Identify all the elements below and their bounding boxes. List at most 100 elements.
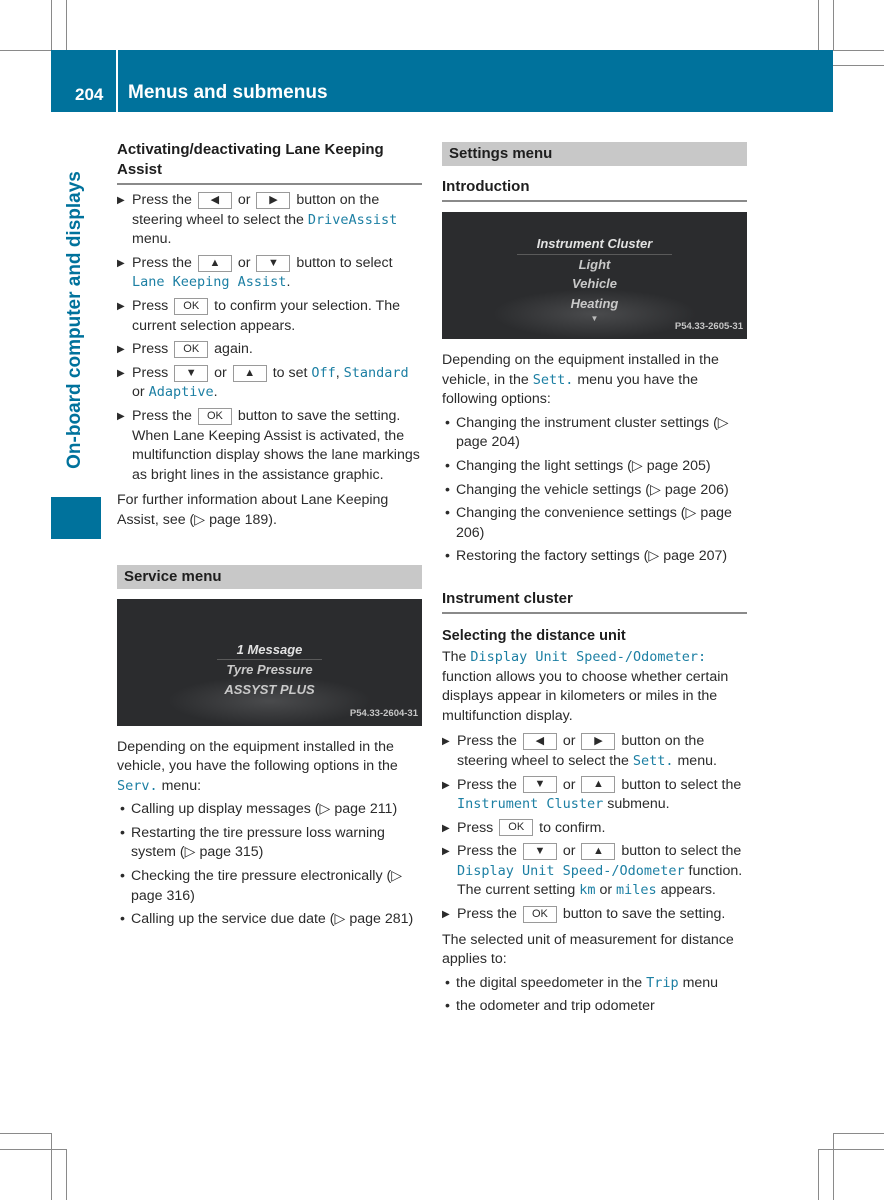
display-menu: Instrument Cluster Light Vehicle Heating — [442, 234, 747, 313]
service-options: Calling up display messages (▷ page 211)… — [117, 800, 422, 930]
option-km: km — [579, 882, 596, 899]
crop-mark — [51, 1133, 52, 1200]
display-item-selected: 1 Message — [216, 640, 323, 660]
step-text: . — [213, 384, 218, 401]
step-text: Press — [132, 364, 169, 381]
ok-key: OK — [174, 297, 209, 315]
list-item: Changing the light settings (▷ page 205) — [442, 457, 747, 477]
step-text: menu. — [677, 752, 717, 769]
up-arrow-key: ▲ — [232, 364, 267, 382]
up-arrow-key: ▲ — [197, 254, 232, 272]
menu-term: Instrument Cluster — [457, 796, 604, 813]
menu-term: Serv. — [117, 777, 158, 794]
crop-mark — [833, 50, 884, 51]
step-text: or — [599, 882, 613, 899]
step-text: or — [237, 192, 251, 208]
step-text: to confirm your selection. The current s… — [132, 297, 401, 334]
chapter-label: On-board computer and displays — [64, 171, 85, 469]
step-text: or — [562, 843, 576, 860]
settings-options: Changing the instrument cluster settings… — [442, 414, 747, 567]
crop-mark — [833, 1133, 884, 1134]
step-text: button to save the setting. — [562, 906, 726, 923]
step-text: button to select the — [621, 843, 742, 860]
intro-text: Depending on the equipment installed in … — [117, 738, 398, 775]
list-item: Restarting the tire pressure loss warnin… — [117, 824, 422, 863]
crop-mark — [0, 50, 51, 51]
step: Press the ▼ or ▲ button to select the In… — [442, 776, 747, 815]
step: Press the OK button to save the setting.… — [117, 407, 422, 485]
display-menu: 1 Message Tyre Pressure ASSYST PLUS — [117, 640, 422, 700]
down-arrow-key: ▼ — [256, 254, 291, 272]
crop-mark — [66, 0, 67, 50]
step: Press the OK button to save the setting. — [442, 905, 747, 925]
list-item: Calling up display messages (▷ page 211) — [117, 800, 422, 820]
step-text: Press the — [457, 906, 517, 923]
cluster-intro: The Display Unit Speed-/Odometer: functi… — [442, 648, 747, 726]
step-text: Press the — [132, 407, 192, 424]
option-standard: Standard — [343, 364, 409, 381]
step-text: button to select — [296, 254, 393, 271]
figure-code: P54.33-2605-31 — [674, 321, 743, 333]
list-item: Restoring the factory settings (▷ page 2… — [442, 547, 747, 567]
crop-mark — [833, 1133, 834, 1200]
option-miles: miles — [616, 882, 657, 899]
list-item: the odometer and trip odometer — [442, 997, 747, 1017]
list-item: Changing the vehicle settings (▷ page 20… — [442, 481, 747, 501]
service-menu-heading: Service menu — [117, 564, 422, 589]
left-arrow-key: ◀ — [197, 191, 232, 209]
ok-key: OK — [174, 340, 209, 358]
right-arrow-key: ▶ — [256, 191, 291, 209]
list-item: Changing the convenience settings (▷ pag… — [442, 504, 747, 543]
display-item: Vehicle — [571, 276, 618, 291]
menu-term: Lane Keeping Assist — [132, 274, 287, 291]
item-text: menu — [682, 974, 719, 991]
lka-steps: Press the ◀ or ▶ button on the steering … — [117, 191, 422, 485]
menu-term: Display Unit Speed-/Odometer — [457, 862, 685, 879]
step-text: to confirm. — [539, 819, 606, 836]
step-text: again. — [214, 341, 253, 358]
step-text: The current setting — [457, 882, 576, 899]
header-divider — [116, 50, 118, 112]
right-arrow-key: ▶ — [581, 733, 616, 751]
step-text: function. — [688, 862, 743, 879]
crop-mark — [51, 0, 52, 50]
menu-term: DriveAssist — [307, 211, 398, 228]
crop-mark — [0, 1133, 51, 1134]
applies-text: The selected unit of measurement for dis… — [442, 931, 734, 968]
menu-term: Sett. — [632, 752, 674, 769]
cluster-steps: Press the ◀ or ▶ button on the steering … — [442, 732, 747, 924]
menu-term: Trip — [646, 974, 679, 991]
section-title: Menus and submenus — [128, 82, 328, 103]
crop-mark — [0, 1149, 66, 1150]
list-item: Changing the instrument cluster settings… — [442, 414, 747, 453]
crop-mark — [818, 0, 819, 50]
list-item: Checking the tire pressure electronicall… — [117, 867, 422, 906]
intro-text: menu: — [161, 777, 202, 794]
instrument-cluster-heading: Instrument cluster — [442, 589, 747, 614]
display-item-selected: Instrument Cluster — [516, 234, 673, 255]
step-text: , — [335, 364, 340, 381]
step: Press ▼ or ▲ to set Off, Standard or Ada… — [117, 364, 422, 403]
step: Press the ◀ or ▶ button on the steering … — [117, 191, 422, 250]
service-intro: Depending on the equipment installed in … — [117, 738, 422, 797]
step-text: submenu. — [607, 796, 670, 813]
ok-key: OK — [197, 407, 232, 425]
introduction-heading: Introduction — [442, 177, 747, 202]
page-number: 204 — [75, 85, 104, 104]
crop-mark — [833, 0, 834, 50]
step: Press the ◀ or ▶ button on the steering … — [442, 732, 747, 771]
chapter-tab-marker — [51, 497, 101, 539]
step-text: to set — [272, 364, 308, 381]
option-adaptive: Adaptive — [148, 384, 214, 401]
down-arrow-key: ▼ — [522, 776, 557, 794]
step: Press OK to confirm. — [442, 819, 747, 839]
step-text: or — [562, 776, 576, 793]
step-text: . — [286, 274, 291, 291]
option-off: Off — [311, 364, 336, 381]
lka-heading: Activating/deactivating Lane Keeping Ass… — [117, 140, 422, 185]
settings-intro: Depending on the equipment installed in … — [442, 351, 747, 410]
display-item: Light — [578, 256, 611, 272]
step-text: or — [214, 364, 227, 381]
step: Press OK to confirm your selection. The … — [117, 297, 422, 336]
service-menu-screenshot: 1 Message Tyre Pressure ASSYST PLUS P54.… — [117, 598, 422, 726]
